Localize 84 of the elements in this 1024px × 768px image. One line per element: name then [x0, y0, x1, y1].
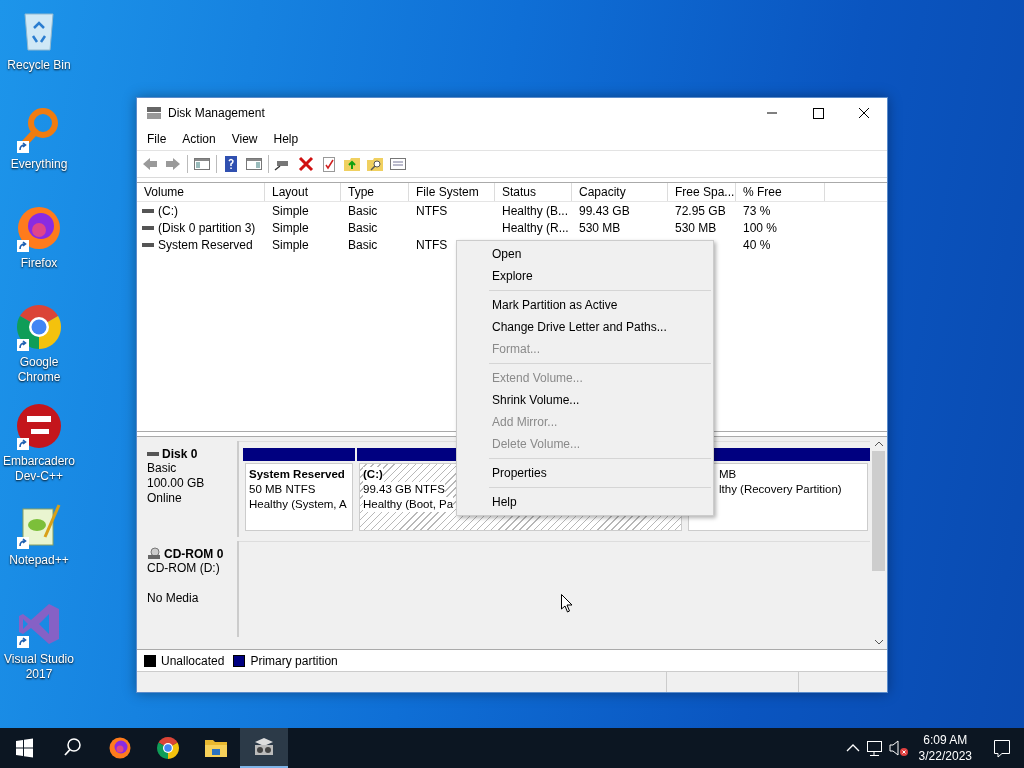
disk-name: Disk 0 — [162, 447, 198, 461]
table-cell-text: 100 % — [742, 220, 779, 235]
table-cell-text: 72.95 GB — [674, 203, 727, 218]
context-menu-item[interactable]: Mark Partition as Active — [459, 294, 711, 316]
partition-detail: Healthy (Boot, Pa — [363, 497, 454, 512]
table-cell-text: 99.43 GB — [578, 203, 631, 218]
column-header[interactable]: Free Spa... — [668, 183, 736, 201]
menu-item[interactable]: File — [139, 131, 175, 146]
column-header[interactable]: Capacity — [572, 183, 668, 201]
partition-detail: lthy (Recovery Partition) — [719, 482, 842, 497]
console-tree-icon[interactable] — [193, 155, 211, 173]
partition-block[interactable]: System Reserved 50 MB NTFS Healthy (System, A — [245, 463, 353, 531]
table-cell-text: NTFS — [415, 237, 449, 252]
partition-detail: 50 MB NTFS — [249, 482, 316, 497]
column-header[interactable]: Status — [495, 183, 572, 201]
help-icon[interactable] — [222, 155, 240, 173]
chrome-icon — [156, 736, 180, 760]
legend-label: Primary partition — [250, 653, 338, 668]
disk-size: 100.00 GB — [147, 476, 206, 491]
table-cell: (C:) — [158, 203, 178, 218]
delete-icon[interactable] — [297, 155, 315, 173]
table-cell: (Disk 0 partition 3) — [158, 220, 256, 235]
cd-drive-icon — [147, 547, 161, 561]
table-cell-text: Basic — [347, 237, 379, 252]
folder-search-icon[interactable] — [366, 155, 384, 173]
list-icon[interactable] — [389, 155, 407, 173]
context-menu-item[interactable]: Explore — [459, 265, 711, 287]
table-cell-text: Simple — [271, 203, 310, 218]
forward-icon[interactable] — [164, 155, 182, 173]
column-header[interactable]: Layout — [265, 183, 341, 201]
column-header[interactable]: % Free — [736, 183, 825, 201]
column-header[interactable]: File System — [409, 183, 495, 201]
table-cell-text: 530 MB — [578, 220, 622, 235]
clock-time[interactable]: 6:09 AM — [923, 732, 968, 748]
firefox-icon — [108, 736, 132, 760]
table-cell-text: Healthy (R... — [501, 220, 570, 235]
disk-status: No Media — [147, 591, 200, 606]
action-pane-icon[interactable] — [245, 155, 263, 173]
table-cell-text: NTFS — [415, 203, 449, 218]
context-menu-item[interactable]: Open — [459, 243, 711, 265]
disk-name: CD-ROM 0 — [164, 547, 224, 561]
disk-type: Basic — [147, 461, 178, 476]
menu-item[interactable]: Action — [174, 131, 224, 146]
scroll-down-icon[interactable] — [873, 638, 884, 646]
disk-type: CD-ROM (D:) — [147, 561, 221, 576]
folder-icon — [204, 737, 228, 759]
desktop-icon-label[interactable]: Visual Studio 2017 — [0, 652, 78, 682]
partition-label: (C:) — [363, 467, 383, 482]
table-cell-text: Healthy (B... — [501, 203, 570, 218]
clock-date[interactable]: 3/22/2023 — [918, 748, 972, 764]
disk-status: Online — [147, 491, 183, 506]
mouse-pointer-icon — [561, 594, 573, 613]
scroll-up-icon[interactable] — [873, 440, 884, 448]
disk-management-icon — [146, 105, 162, 120]
column-header[interactable]: Volume — [137, 183, 265, 201]
check-icon[interactable] — [320, 155, 338, 173]
table-cell-text: Basic — [347, 220, 379, 235]
table-cell: System Reserved — [158, 237, 253, 252]
back-icon[interactable] — [141, 155, 159, 173]
partition-detail: 99.43 GB NTFS — [363, 482, 445, 497]
taskbar-button[interactable] — [240, 728, 288, 768]
table-cell-text: Simple — [271, 220, 310, 235]
table-cell-text: 530 MB — [674, 220, 718, 235]
menu-item[interactable]: View — [223, 131, 266, 146]
disk-management-icon — [252, 736, 276, 758]
chrome-icon[interactable] — [15, 303, 63, 351]
partition-label: System Reserved — [249, 467, 345, 482]
table-cell-text: Simple — [271, 237, 310, 252]
folder-up-icon[interactable] — [343, 155, 361, 173]
table-cell-text: Basic — [347, 203, 379, 218]
partition-detail: MB — [719, 467, 737, 482]
menu-item[interactable]: Help — [265, 131, 307, 146]
context-menu-item[interactable]: Change Drive Letter and Paths... — [459, 316, 711, 338]
desktop-icon-label[interactable]: Notepad++ — [0, 553, 78, 568]
firefox-icon[interactable] — [15, 204, 63, 252]
column-header[interactable]: Type — [341, 183, 409, 201]
partition-detail: Healthy (System, A — [249, 497, 347, 512]
context-menu-item[interactable]: Shrink Volume... — [459, 389, 711, 411]
dev-cpp-icon[interactable] — [15, 402, 63, 450]
window-title: Disk Management — [168, 105, 265, 120]
table-cell-text: 73 % — [742, 203, 772, 218]
legend-label: Unallocated — [161, 653, 225, 668]
table-cell-text: 40 % — [742, 237, 772, 252]
desktop-icon-label[interactable]: Embarcadero Dev-C++ — [0, 454, 78, 484]
